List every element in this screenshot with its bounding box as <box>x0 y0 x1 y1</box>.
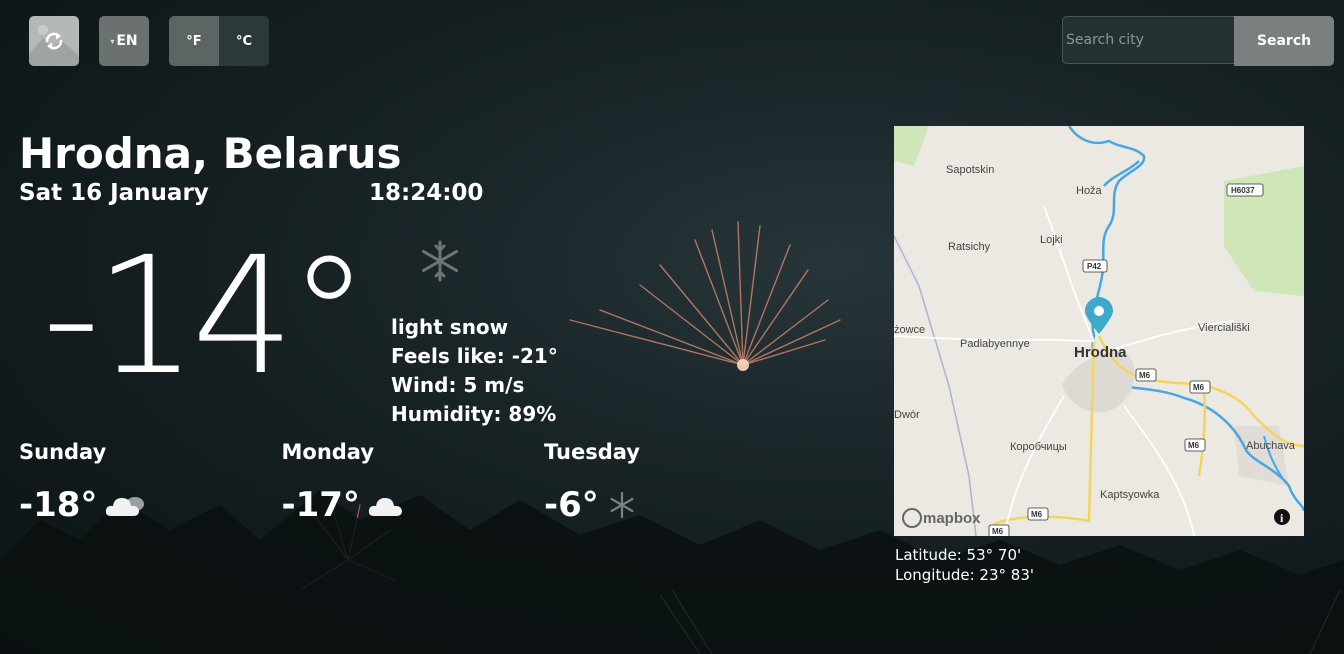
forecast-day: Tuesday -6° <box>544 438 807 526</box>
units-toggle: °F °C <box>169 16 269 66</box>
longitude: Longitude: 23° 83' <box>895 566 1034 584</box>
map-label-hoza: Hoža <box>1076 185 1103 197</box>
snowflake-icon <box>418 239 462 287</box>
cloud-icon <box>368 490 408 520</box>
current-date: Sat 16 January <box>19 180 209 206</box>
map-label-ratsichy: Ratsichy <box>948 241 991 253</box>
fahrenheit-button[interactable]: °F <box>169 16 219 66</box>
map-road-m6: M6 <box>1031 510 1043 519</box>
wind-speed: Wind: 5 m/s <box>391 373 525 397</box>
latitude: Latitude: 53° 70' <box>895 546 1022 564</box>
search-input[interactable] <box>1062 16 1234 64</box>
forecast-day: Sunday -18° <box>19 438 282 526</box>
map-road-m6: M6 <box>1188 441 1200 450</box>
map-label-hrodna: Hrodna <box>1074 344 1127 361</box>
forecast-day: Monday -17° <box>282 438 545 526</box>
forecast-temperature: -18° <box>19 485 98 525</box>
location-map[interactable]: Sapotskin Hoža Ratsichy Lojki żowce Padl… <box>894 126 1304 536</box>
current-time: 18:24:00 <box>369 180 484 206</box>
celsius-button[interactable]: °C <box>219 16 269 66</box>
map-label-padlabyennye: Padlabyennye <box>960 338 1030 350</box>
mapbox-label: mapbox <box>923 510 981 527</box>
map-road-m6: M6 <box>1193 383 1205 392</box>
map-label-lojki: Lojki <box>1040 234 1063 246</box>
map-label-viercialiski: Vierciališki <box>1198 322 1250 334</box>
top-controls: ▾ EN °F °C <box>29 16 269 66</box>
map-label-abuchava: Abuchava <box>1246 440 1296 452</box>
feels-like: Feels like: -21° <box>391 344 558 368</box>
forecast-temperature: -6° <box>544 485 599 525</box>
refresh-background-button[interactable] <box>29 16 79 66</box>
language-select[interactable]: ▾ EN <box>99 16 149 66</box>
map-road-p42: P42 <box>1087 262 1102 271</box>
map-label-zowce: żowce <box>894 324 925 336</box>
snowflake-icon <box>607 490 637 520</box>
forecast-temperature: -17° <box>281 485 360 525</box>
map-road-m6: M6 <box>992 527 1004 536</box>
map-road-m6: M6 <box>1139 371 1151 380</box>
map-road-h6037: H6037 <box>1231 186 1255 195</box>
cloud-icon <box>105 490 149 520</box>
forecast-day-name: Sunday <box>19 440 107 464</box>
coordinates: Latitude: 53° 70' Longitude: 23° 83' <box>895 545 1034 585</box>
map-label-korobchitsy: Коробчицы <box>1010 441 1067 453</box>
forecast-day-name: Tuesday <box>544 440 640 464</box>
search-bar: Search <box>1062 16 1334 66</box>
weather-details: light snow Feels like: -21° Wind: 5 m/s … <box>391 313 558 429</box>
map-label-sapotskin: Sapotskin <box>946 164 994 176</box>
forecast: Sunday -18° Monday -17° Tuesday -6° <box>19 438 807 526</box>
forecast-day-name: Monday <box>281 440 375 464</box>
map-label-kaptsyowka: Kaptsyowka <box>1100 489 1160 501</box>
weather-description: light snow <box>391 315 509 339</box>
humidity: Humidity: 89% <box>391 402 557 426</box>
map-info-button[interactable]: i <box>1274 509 1290 525</box>
language-value: EN <box>116 33 138 49</box>
city-title: Hrodna, Belarus <box>19 129 402 178</box>
search-button[interactable]: Search <box>1234 16 1334 66</box>
chevron-down-icon: ▾ <box>110 36 115 46</box>
map-label-dwor: Dwór <box>894 409 920 421</box>
refresh-icon <box>29 25 79 66</box>
current-temperature: -14° <box>42 223 370 411</box>
